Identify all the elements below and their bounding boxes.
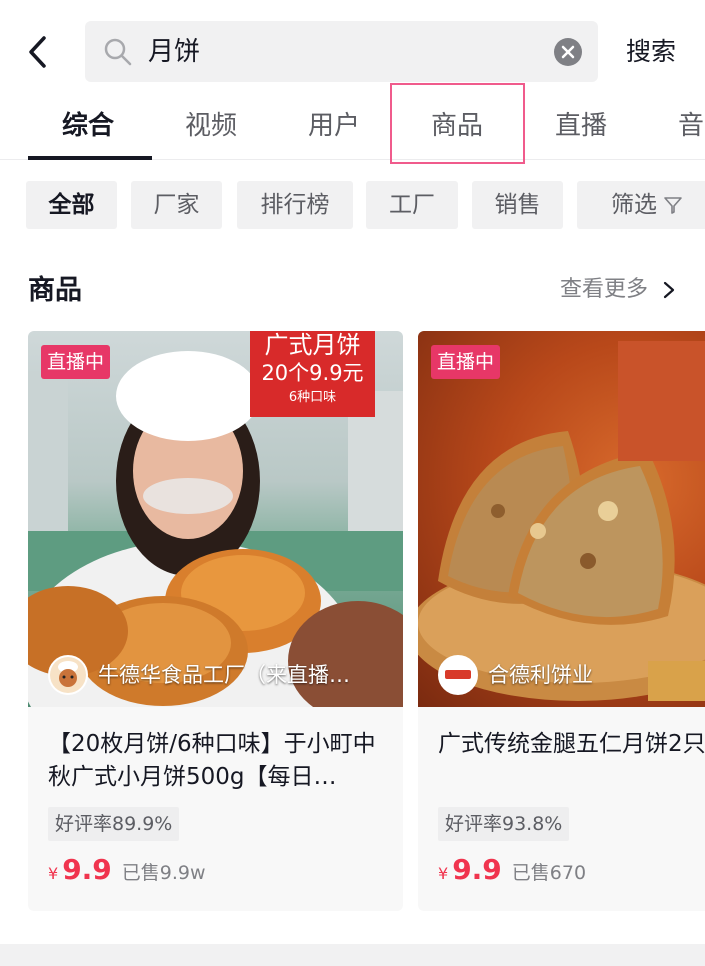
price-row: ¥9.9 已售670	[438, 853, 586, 893]
shop-name[interactable]: 牛德华食品工厂（来直播…	[98, 659, 350, 691]
chevron-right-icon	[663, 281, 675, 299]
price: 9.9	[62, 853, 112, 886]
live-badge: 直播中	[431, 345, 501, 379]
promo-line-1: 广式月饼	[264, 331, 361, 359]
search-input[interactable]: 月饼	[85, 21, 598, 82]
chef-avatar-icon	[50, 657, 86, 693]
search-button[interactable]: 搜索	[626, 34, 676, 70]
chip-ranking[interactable]: 排行榜	[237, 181, 353, 229]
shop-name[interactable]: 合德利饼业	[488, 659, 593, 691]
see-more-label: 查看更多	[560, 277, 649, 302]
close-icon	[561, 45, 575, 59]
live-badge: 直播中	[41, 345, 111, 379]
promo-banner: 广式月饼 20个9.9元 6种口味	[250, 331, 375, 417]
shop-row[interactable]: 合德利饼业	[418, 647, 705, 707]
sold-count: 已售9.9w	[121, 862, 206, 884]
funnel-icon	[664, 197, 682, 214]
promo-line-3: 6种口味	[288, 390, 337, 405]
active-tab-indicator	[28, 156, 152, 160]
filter-chips: 全部 厂家 排行榜 工厂 销售 筛选	[0, 181, 705, 229]
search-header: 月饼 搜索	[0, 0, 705, 100]
chip-manufacturer[interactable]: 厂家	[131, 181, 222, 229]
promo-line-2: 20个9.9元	[261, 361, 364, 385]
see-more-link[interactable]: 查看更多	[560, 274, 675, 306]
shop-avatar[interactable]	[438, 655, 478, 695]
clear-search-button[interactable]	[554, 38, 582, 66]
brand-logo-avatar	[440, 657, 476, 693]
sold-count: 已售670	[511, 862, 587, 884]
chip-all[interactable]: 全部	[26, 181, 117, 229]
currency-symbol: ¥	[438, 864, 449, 883]
rating-tag: 好评率93.8%	[438, 807, 570, 841]
filter-button[interactable]: 筛选	[577, 181, 705, 229]
shop-avatar[interactable]	[48, 655, 88, 695]
search-query-text[interactable]: 月饼	[148, 34, 200, 70]
tab-products-highlight-box	[390, 83, 525, 164]
rating-tag: 好评率89.9%	[48, 807, 180, 841]
result-tabs: 综合 视频 用户 商品 直播 音	[0, 100, 705, 160]
tab-music[interactable]: 音	[678, 106, 704, 146]
chip-factory[interactable]: 工厂	[366, 181, 458, 229]
chevron-left-icon	[29, 36, 46, 68]
product-card[interactable]: 直播中 合德利饼业 广式传统金腿五仁月饼2只 好评率93.8% ¥9.9 已售67…	[418, 331, 705, 911]
tab-video[interactable]: 视频	[185, 106, 237, 146]
product-image[interactable]: 直播中 合德利饼业	[418, 331, 705, 707]
product-card[interactable]: 广式月饼 20个9.9元 6种口味 直播中 牛德华食品工厂（来直播… 【20枚月…	[28, 331, 403, 911]
tab-live[interactable]: 直播	[555, 106, 607, 146]
price-row: ¥9.9 已售9.9w	[48, 853, 206, 893]
section-divider	[0, 944, 705, 966]
tab-comprehensive[interactable]: 综合	[62, 106, 114, 146]
back-button[interactable]	[24, 32, 54, 72]
product-title[interactable]: 【20枚月饼/6种口味】于小町中秋广式小月饼500g【每日…	[48, 728, 388, 794]
search-icon	[104, 38, 132, 66]
currency-symbol: ¥	[48, 864, 59, 883]
product-title[interactable]: 广式传统金腿五仁月饼2只	[438, 728, 705, 761]
chip-sales[interactable]: 销售	[472, 181, 563, 229]
filter-label: 筛选	[611, 192, 657, 218]
tab-users[interactable]: 用户	[308, 106, 360, 146]
shop-row[interactable]: 牛德华食品工厂（来直播…	[28, 647, 403, 707]
price: 9.9	[452, 853, 502, 886]
section-title: 商品	[28, 275, 82, 306]
product-image[interactable]: 广式月饼 20个9.9元 6种口味 直播中 牛德华食品工厂（来直播…	[28, 331, 403, 707]
